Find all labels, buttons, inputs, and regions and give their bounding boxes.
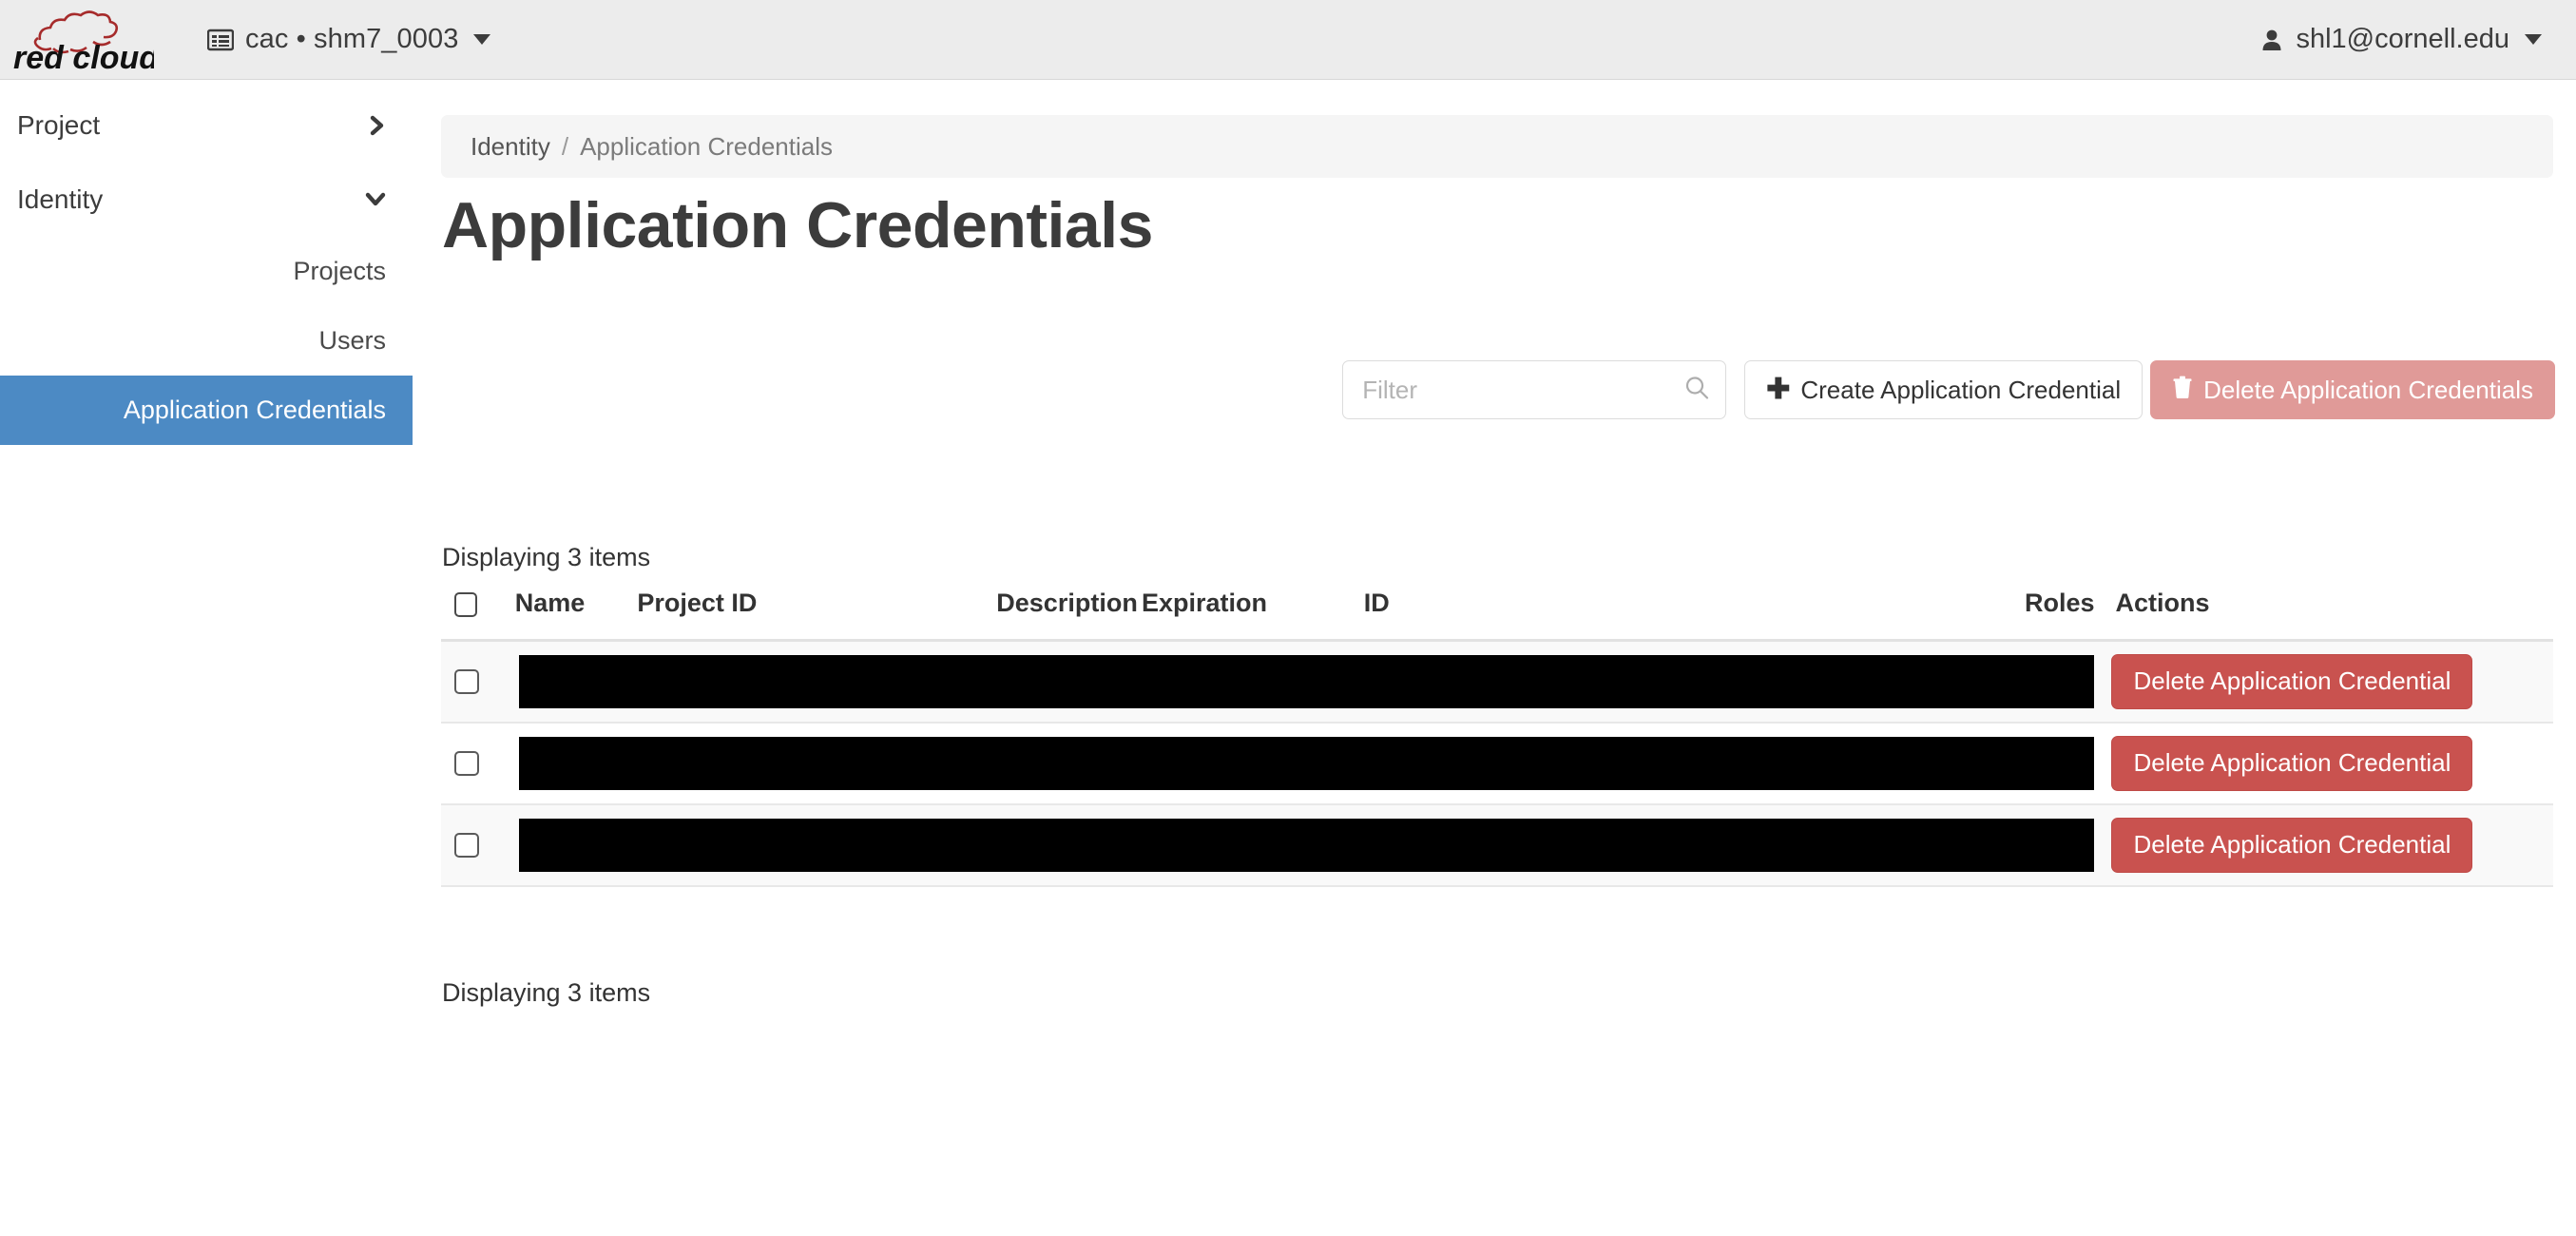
- row-redacted-cell: [514, 640, 2095, 724]
- row-select-cell: [441, 803, 515, 887]
- table-row: Delete Application Credential: [441, 722, 2553, 805]
- plus-icon: ✚: [1766, 374, 1791, 405]
- table-head: Name Project ID Description Expiration I…: [441, 589, 2553, 642]
- user-menu-label: shl1@cornell.edu: [2296, 24, 2509, 54]
- select-all-checkbox[interactable]: [454, 591, 477, 617]
- caret-down-icon: [2525, 34, 2542, 45]
- column-header-name[interactable]: Name: [514, 589, 638, 642]
- page-title: Application Credentials: [442, 189, 1153, 261]
- breadcrumb-current: Application Credentials: [580, 131, 833, 161]
- delete-application-credential-row-button[interactable]: Delete Application Credential: [2111, 817, 2473, 873]
- select-all-header: [441, 589, 515, 642]
- sidebar-group-project-label: Project: [17, 110, 101, 140]
- breadcrumb: Identity / Application Credentials: [441, 115, 2553, 178]
- main-content: Identity / Application Credentials Appli…: [413, 81, 2576, 1236]
- column-header-description[interactable]: Description: [996, 589, 1138, 642]
- redacted-content: [518, 736, 2095, 790]
- row-select-cell: [441, 640, 515, 724]
- brand-wordmark: red cloud: [13, 40, 154, 74]
- redacted-content: [518, 818, 2095, 872]
- item-count-top: Displaying 3 items: [442, 543, 651, 571]
- project-context-label: cac • shm7_0003: [245, 24, 459, 54]
- breadcrumb-separator: /: [561, 131, 569, 161]
- column-header-id[interactable]: ID: [1342, 589, 1713, 642]
- user-menu[interactable]: shl1@cornell.edu: [2259, 24, 2576, 55]
- breadcrumb-parent[interactable]: Identity: [471, 132, 550, 162]
- sidebar-group-project[interactable]: Project: [0, 88, 413, 163]
- row-redacted-cell: [514, 803, 2095, 887]
- sidebar-group-identity-label: Identity: [17, 184, 104, 214]
- sidebar-item-users[interactable]: Users: [0, 306, 413, 376]
- sidebar-item-projects-label: Projects: [293, 257, 386, 285]
- redacted-content: [518, 654, 2095, 708]
- filter-field-wrapper: [1342, 360, 1727, 419]
- sidebar-item-application-credentials-label: Application Credentials: [123, 396, 386, 424]
- row-checkbox[interactable]: [454, 750, 479, 776]
- filter-input[interactable]: [1342, 360, 1727, 419]
- project-list-icon: [207, 29, 234, 50]
- column-header-roles[interactable]: Roles: [1712, 589, 2095, 642]
- application-credentials-table-wrapper: Name Project ID Description Expiration I…: [441, 589, 2553, 887]
- brand-logo[interactable]: red cloud: [0, 0, 162, 80]
- sidebar-item-users-label: Users: [318, 326, 386, 355]
- row-actions-cell: Delete Application Credential: [2094, 803, 2553, 887]
- table-toolbar: ✚ Create Application Credential Delete A…: [1342, 360, 2555, 419]
- top-navigation-bar: red cloud cac • shm7_0003 shl1@cornell.e…: [0, 0, 2576, 80]
- project-context-switcher[interactable]: cac • shm7_0003: [200, 20, 498, 59]
- delete-application-credential-row-button[interactable]: Delete Application Credential: [2111, 653, 2473, 709]
- row-select-cell: [441, 722, 515, 805]
- row-redacted-cell: [514, 722, 2095, 805]
- sidebar-group-identity[interactable]: Identity: [0, 163, 413, 237]
- application-credentials-table: Name Project ID Description Expiration I…: [441, 589, 2553, 887]
- table-body: Delete Application Credential Delete App…: [441, 640, 2553, 887]
- delete-application-credentials-label: Delete Application Credentials: [2203, 375, 2533, 404]
- user-icon: [2262, 29, 2281, 50]
- column-header-actions: Actions: [2094, 589, 2553, 642]
- chevron-right-icon: [367, 113, 388, 138]
- column-header-expiration[interactable]: Expiration: [1125, 589, 1343, 642]
- table-header-row: Name Project ID Description Expiration I…: [441, 589, 2553, 642]
- row-actions-cell: Delete Application Credential: [2094, 722, 2553, 805]
- cloud-logo-icon: red cloud: [13, 10, 154, 74]
- caret-down-icon: [473, 34, 491, 45]
- trash-icon: [2172, 376, 2193, 405]
- table-row: Delete Application Credential: [441, 640, 2553, 724]
- row-checkbox[interactable]: [454, 668, 479, 694]
- delete-application-credential-row-button[interactable]: Delete Application Credential: [2111, 735, 2473, 791]
- column-header-project-id[interactable]: Project ID: [637, 589, 997, 642]
- create-application-credential-button[interactable]: ✚ Create Application Credential: [1744, 360, 2143, 419]
- sidebar-item-projects[interactable]: Projects: [0, 237, 413, 306]
- sidebar-item-application-credentials[interactable]: Application Credentials: [0, 376, 413, 445]
- row-checkbox[interactable]: [454, 832, 479, 858]
- chevron-down-icon: [363, 189, 388, 210]
- row-actions-cell: Delete Application Credential: [2094, 640, 2553, 724]
- sidebar-navigation: Project Identity Projects Users Applicat…: [0, 81, 413, 1236]
- create-application-credential-label: Create Application Credential: [1800, 375, 2122, 404]
- item-count-bottom: Displaying 3 items: [442, 978, 651, 1007]
- table-row: Delete Application Credential: [441, 803, 2553, 887]
- delete-application-credentials-button[interactable]: Delete Application Credentials: [2150, 360, 2555, 419]
